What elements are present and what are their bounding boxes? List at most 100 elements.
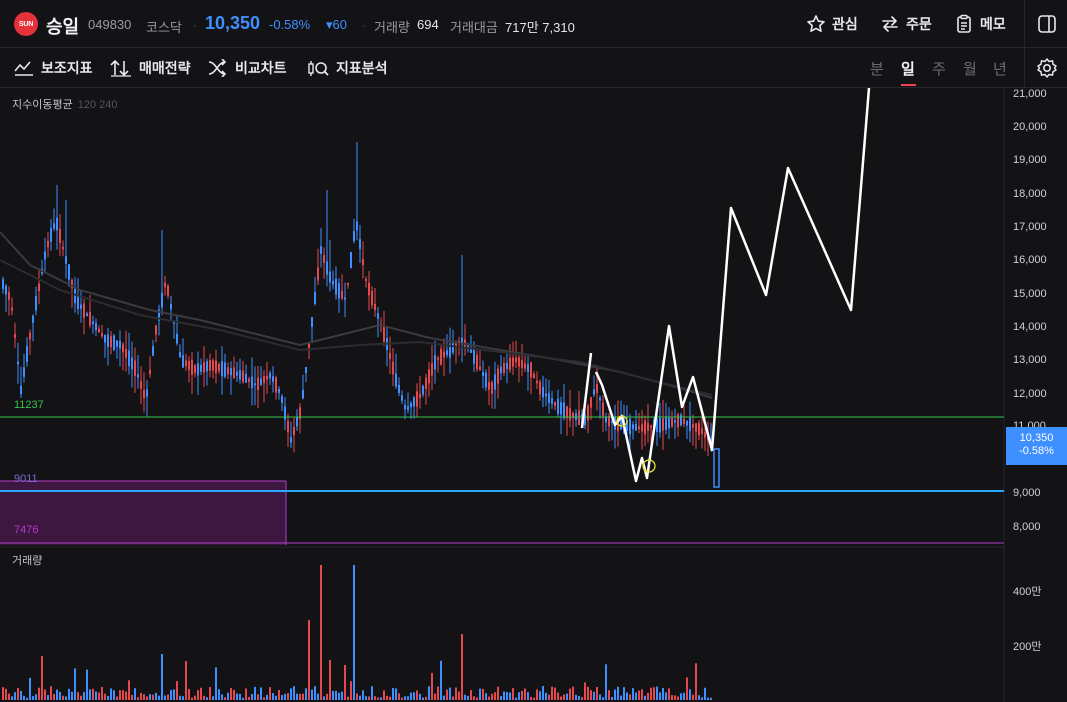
volume-bar [521, 690, 523, 700]
candle-body [302, 389, 304, 399]
candle-body [527, 364, 529, 372]
candle-body [671, 417, 673, 427]
order-button[interactable]: 주문 [880, 12, 932, 36]
volume-bar [404, 696, 406, 700]
volume-bar [374, 696, 376, 700]
volume-bar [266, 694, 268, 700]
timeframe-minute[interactable]: 분 [870, 58, 884, 79]
candle-body [224, 362, 226, 377]
volume-bar [653, 687, 655, 700]
candle-body [296, 417, 298, 427]
candle-body [329, 271, 331, 283]
memo-button[interactable]: 메모 [954, 12, 1006, 36]
volume-bar [443, 695, 445, 700]
stock-name[interactable]: 승일 [46, 13, 79, 39]
volume-bar [38, 687, 40, 700]
volume-bar [260, 687, 262, 700]
volume-bar [164, 695, 166, 700]
candle-body [446, 350, 448, 356]
side-panel-icon[interactable] [1037, 14, 1057, 34]
candle-body [629, 418, 631, 435]
timeframe-month[interactable]: 월 [963, 58, 977, 79]
volume-bar [527, 692, 529, 700]
candle-body [53, 223, 55, 229]
volume-bar [641, 689, 643, 700]
volume-bar [191, 697, 193, 700]
candle-body [86, 313, 88, 316]
memo-icon [957, 14, 971, 33]
separator: · [193, 18, 197, 32]
volume-bar [23, 695, 25, 700]
candle-body [185, 360, 187, 367]
volume-bar [35, 694, 37, 700]
volume-bar [647, 692, 649, 700]
candle-body [533, 373, 535, 379]
projection-drawing[interactable] [580, 88, 871, 483]
candle-body [632, 424, 634, 430]
timeframe-day[interactable]: 일 [901, 58, 915, 79]
strategy-label: 매매전략 [139, 60, 191, 76]
volume-bar [461, 634, 463, 700]
candle-body [257, 377, 259, 390]
volume-bar [554, 687, 556, 700]
timeframe-year[interactable]: 년 [993, 58, 1007, 79]
strategy-button[interactable]: 매매전략 [110, 58, 191, 78]
candle-body [416, 391, 418, 407]
timeframe-week[interactable]: 주 [932, 58, 946, 79]
compare-button[interactable]: 비교차트 [208, 58, 287, 78]
volume-bar [428, 686, 430, 700]
volume-bar [296, 693, 298, 700]
candle-body [305, 367, 307, 373]
analysis-button[interactable]: 지표분석 [307, 58, 388, 78]
volume-bar [146, 696, 148, 700]
candle-body [137, 374, 139, 378]
candle-body [680, 414, 682, 426]
volume-bar [560, 696, 562, 700]
candle-body [392, 361, 394, 375]
candle-body [50, 228, 52, 242]
volume-bar [77, 692, 79, 700]
volume-bar [416, 690, 418, 700]
candle-body [335, 278, 337, 295]
candle-body [74, 288, 76, 304]
last-candle-highlight [713, 448, 720, 488]
price-chart[interactable]: 21,000 20,000 19,000 18,000 17,000 16,000 15,0… [0, 88, 1067, 702]
volume-bar [239, 693, 241, 700]
volume-bar [302, 693, 304, 700]
favorite-button[interactable]: 관심 [806, 12, 858, 36]
volume-bar [557, 692, 559, 700]
ma-legend[interactable]: 지수이동평균 120 240 [12, 96, 118, 112]
candle-body [248, 378, 250, 383]
candle-body [116, 340, 118, 347]
volume-bar [371, 686, 373, 700]
volume-bar [53, 694, 55, 700]
current-price-tag-change: -0.58% [1019, 445, 1054, 457]
candle-body [83, 303, 85, 318]
volume-bar [500, 696, 502, 700]
indicator-button[interactable]: 보조지표 [14, 58, 93, 78]
candle-body [332, 281, 334, 285]
volume-bar [359, 695, 361, 700]
volume-label: 거래량 [374, 20, 410, 35]
candle-body [89, 311, 91, 326]
volume-bar [575, 694, 577, 700]
volume-bar [383, 690, 385, 700]
volume-bar [377, 697, 379, 700]
volume-bar [608, 690, 610, 700]
candle-body [254, 383, 256, 386]
candle-body [287, 420, 289, 433]
green-level-label: 11237 [14, 399, 44, 411]
volume-bar [395, 688, 397, 700]
price-tick-label: 13,000 [1013, 354, 1047, 366]
candle-body [107, 334, 109, 347]
candle-body [26, 346, 28, 362]
volume-bar [215, 667, 217, 700]
volume-bar [362, 690, 364, 700]
gear-icon[interactable] [1036, 57, 1058, 79]
volume-bar [473, 696, 475, 700]
candle-body [554, 402, 556, 406]
volume-bar [11, 696, 13, 700]
active-timeframe-indicator [901, 84, 916, 86]
candle-body [452, 343, 454, 353]
volume-bar [125, 691, 127, 700]
